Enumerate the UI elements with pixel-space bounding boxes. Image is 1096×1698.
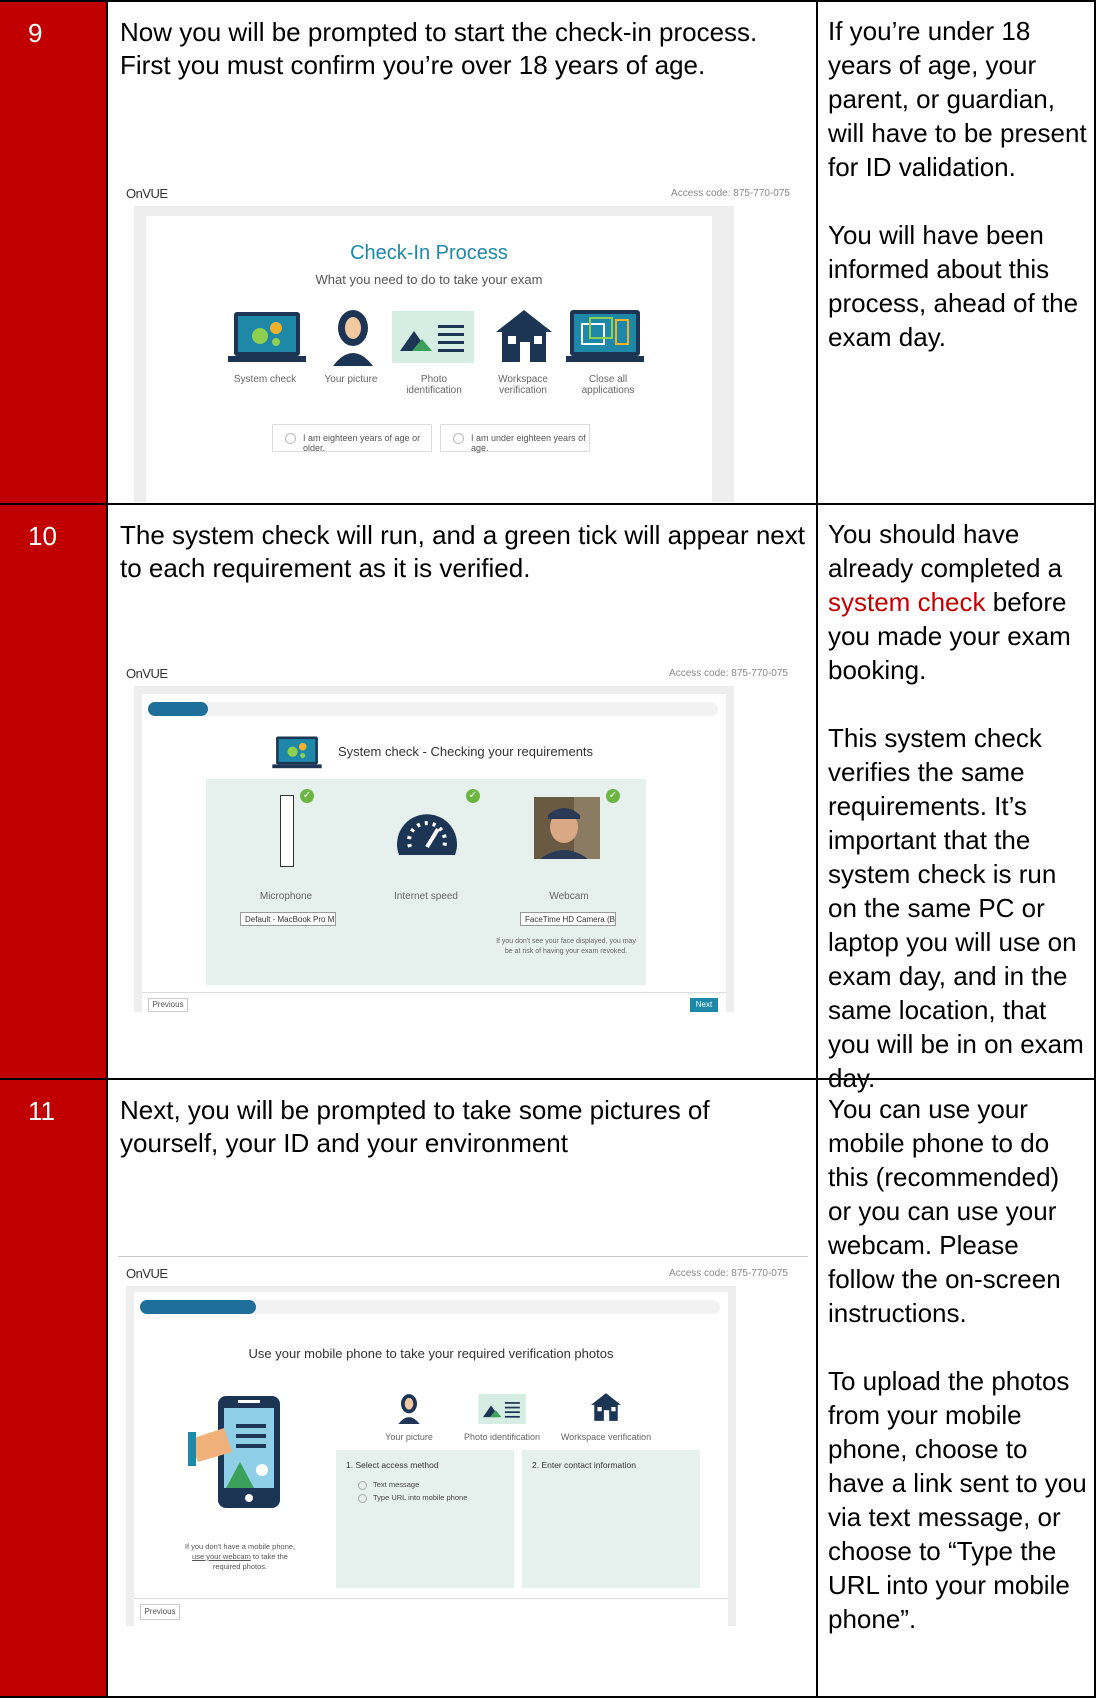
requirement-label: Microphone <box>259 891 313 902</box>
access-method-panel: 1. Select access method Text message Typ… <box>336 1450 514 1588</box>
photos-card: Use your mobile phone to take your requi… <box>134 1292 728 1626</box>
step-description: The system check will run, and a green t… <box>120 520 805 583</box>
text-message-option[interactable]: Text message <box>358 1480 419 1490</box>
progress-bar <box>148 702 718 716</box>
system-check-screenshot: OnVUE Access code: 875-770-075 System ch… <box>118 652 808 1014</box>
step-label: Photo identification <box>463 1432 541 1442</box>
table-row: 9 Now you will be prompted to start the … <box>0 0 1096 504</box>
type-url-option[interactable]: Type URL into mobile phone <box>358 1493 467 1503</box>
note-paragraph: You should have already completed a syst… <box>828 519 1071 685</box>
access-code: Access code: 875-770-075 <box>669 668 788 679</box>
notes-cell: If you’re under 18 years of age, your pa… <box>818 2 1096 503</box>
house-icon <box>591 1393 621 1421</box>
footer-divider <box>134 1598 728 1599</box>
microphone-select[interactable]: Default - MacBook Pro M ↕ <box>240 912 336 926</box>
age-over-18-radio[interactable]: I am eighteen years of age or older. <box>272 424 432 453</box>
checkin-screenshot: OnVUE Access code: 875-770-075 Check-In … <box>118 172 808 504</box>
checkmark-icon: ✓ <box>466 789 480 803</box>
notes-cell: You should have already completed a syst… <box>818 505 1096 1093</box>
checkin-title: Check-In Process <box>350 242 508 264</box>
radio-icon <box>358 1480 367 1490</box>
speedometer-icon <box>397 814 457 855</box>
step-label: System check <box>233 374 297 385</box>
onvue-logo: OnVUE <box>126 186 168 201</box>
instructions-table: 9 Now you will be prompted to start the … <box>0 0 1096 1698</box>
use-webcam-link[interactable]: use your webcam <box>192 1552 251 1561</box>
notes-cell: You can use your mobile phone to do this… <box>818 1080 1096 1696</box>
microphone-level-icon <box>280 795 294 867</box>
system-check-heading: System check - Checking your requirement… <box>338 744 594 759</box>
age-under-18-radio[interactable]: I am under eighteen years of age. <box>440 424 590 453</box>
progress-bar-fill <box>140 1300 256 1314</box>
step-description-cell: Now you will be prompted to start the ch… <box>108 2 818 504</box>
screen-frame: System check - Checking your requirement… <box>134 686 734 1012</box>
step-label: Photo identification <box>406 374 462 396</box>
webcam-preview-image <box>534 797 600 859</box>
access-code: Access code: 875-770-075 <box>671 188 790 199</box>
checkin-subtitle: What you need to do to take your exam <box>315 272 543 287</box>
laptop-gears-icon <box>272 736 322 769</box>
step-description-cell: Next, you will be prompted to take some … <box>108 1080 818 1696</box>
photos-heading: Use your mobile phone to take your requi… <box>248 1346 614 1361</box>
photo-id-icon <box>392 311 474 363</box>
step-number: 9 <box>0 2 108 503</box>
step-label: Your picture <box>385 1432 433 1442</box>
note-paragraph: You can use your mobile phone to do this… <box>828 1094 1061 1328</box>
panel-title: 1. Select access method <box>346 1460 439 1470</box>
previous-button[interactable]: Previous <box>140 1604 180 1620</box>
note-paragraph: If you’re under 18 years of age, your pa… <box>828 16 1087 182</box>
house-icon <box>496 310 552 362</box>
note-paragraph: To upload the photos from your mobile ph… <box>828 1366 1087 1634</box>
note-paragraph: This system check verifies the same requ… <box>828 723 1084 1093</box>
webcam-warning: If you don't see your face displayed, yo… <box>496 938 636 955</box>
photo-id-icon <box>478 1394 526 1424</box>
note-paragraph: You will have been informed about this p… <box>828 220 1079 352</box>
step-label: Close all applications <box>581 374 635 396</box>
step-description: Next, you will be prompted to take some … <box>120 1095 710 1158</box>
screen-frame: Use your mobile phone to take your requi… <box>126 1286 736 1626</box>
laptop-gears-icon <box>228 312 306 362</box>
step-number: 10 <box>0 505 108 1078</box>
screen-frame: Check-In Process What you need to do to … <box>134 206 734 502</box>
table-row: 10 The system check will run, and a gree… <box>0 503 1096 1093</box>
step-description: Now you will be prompted to start the ch… <box>120 17 758 80</box>
header-rule <box>118 1256 808 1257</box>
requirements-panel: ✓ Microphone Default - MacBook Pro M ↕ ✓… <box>206 779 646 985</box>
step-label: Your picture <box>324 374 378 385</box>
onvue-logo: OnVUE <box>126 666 168 681</box>
step-label: Workspace verification <box>498 374 548 396</box>
radio-icon <box>358 1493 367 1503</box>
onvue-logo: OnVUE <box>126 1266 168 1281</box>
checkmark-icon: ✓ <box>300 789 314 803</box>
person-icon <box>333 310 373 366</box>
contact-info-panel: 2. Enter contact information <box>522 1450 700 1588</box>
table-row: 11 Next, you will be prompted to take so… <box>0 1078 1096 1698</box>
access-code: Access code: 875-770-075 <box>669 1268 788 1279</box>
next-button[interactable]: Next <box>690 998 718 1012</box>
close-apps-icon <box>566 310 644 362</box>
requirement-label: Webcam <box>549 891 589 902</box>
step-description-cell: The system check will run, and a green t… <box>108 505 818 1078</box>
mobile-phone-icon <box>188 1396 280 1508</box>
no-phone-note: If you don't have a mobile phone, use yo… <box>184 1542 296 1571</box>
checkmark-icon: ✓ <box>606 789 620 803</box>
system-check-link[interactable]: system check <box>828 587 986 617</box>
panel-title: 2. Enter contact information <box>532 1460 636 1470</box>
step-number: 11 <box>0 1080 108 1696</box>
progress-bar-fill <box>148 702 208 716</box>
step-label: Workspace verification <box>560 1432 652 1442</box>
checkin-card: Check-In Process What you need to do to … <box>146 216 712 502</box>
mobile-photos-screenshot: OnVUE Access code: 875-770-075 Use your … <box>118 1256 808 1636</box>
system-check-card: System check - Checking your requirement… <box>142 694 726 1012</box>
webcam-select[interactable]: FaceTime HD Camera (Bt ↕ <box>520 912 616 926</box>
requirement-label: Internet speed <box>394 891 458 902</box>
person-icon <box>398 1394 420 1424</box>
footer-divider <box>142 992 726 993</box>
previous-button[interactable]: Previous <box>148 998 188 1012</box>
